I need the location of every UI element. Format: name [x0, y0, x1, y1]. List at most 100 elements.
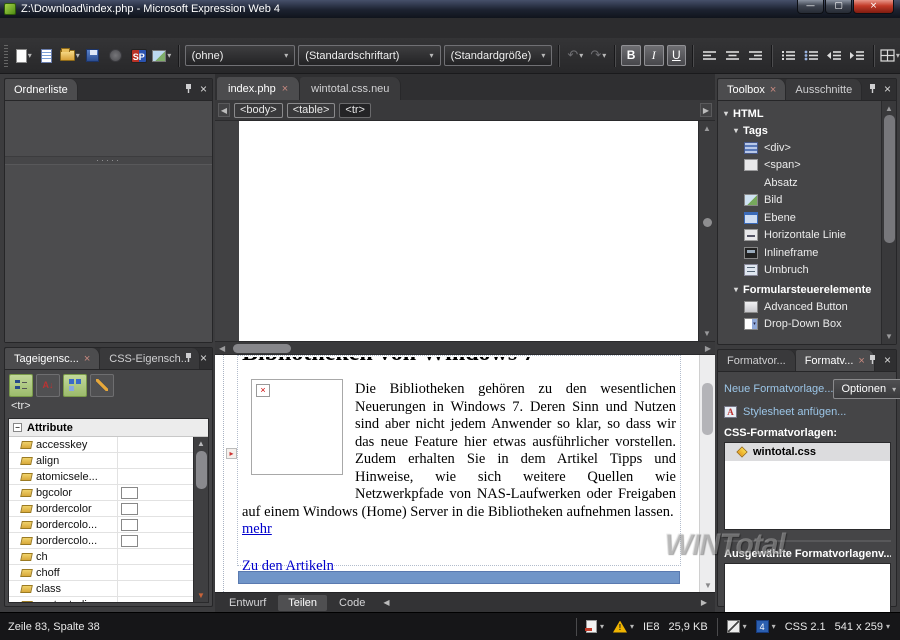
toolbox-group-header[interactable]: ▾ Tags — [724, 122, 880, 139]
toolbox-item[interactable]: Inlineframe — [744, 244, 880, 262]
toolbox-item[interactable]: Ebene — [744, 209, 880, 227]
attribute-value-cell[interactable] — [121, 487, 138, 499]
attribute-row[interactable]: choff — [9, 565, 208, 581]
toolbox-item[interactable]: Advanced Button — [744, 298, 880, 316]
schema-button[interactable]: 4▾ — [756, 620, 776, 633]
new-style-link[interactable]: Neue Formatvorlage... — [724, 383, 833, 395]
open-folder-button[interactable]: ▾ — [60, 45, 80, 67]
scrollbar-thumb[interactable] — [702, 383, 713, 435]
toolbox-scrollbar[interactable]: ▲ ▼ — [881, 101, 896, 344]
breadcrumb-scroll-left[interactable]: ◀ — [218, 103, 230, 117]
tab-formatvorlagen-anwenden[interactable]: Formatv...× — [796, 350, 875, 371]
tab-ausschnitte[interactable]: Ausschnitte — [786, 79, 862, 100]
menu-item[interactable] — [36, 25, 52, 31]
font-dropdown[interactable]: (Standardschriftart)▾ — [298, 45, 440, 66]
code-vertical-scrollbar[interactable]: ▲ ▼ — [698, 121, 715, 341]
toolbox-item[interactable]: Absatz — [744, 174, 880, 192]
save-button[interactable] — [83, 45, 103, 67]
increase-indent-button[interactable] — [847, 45, 867, 67]
stylesheet-list[interactable]: wintotal.css — [724, 442, 891, 530]
toolbox-group-html[interactable]: ▾ HTML — [724, 105, 880, 122]
scrollbar-thumb[interactable] — [884, 115, 895, 243]
close-icon[interactable]: × — [84, 354, 90, 364]
tab-tag-eigenschaften[interactable]: Tageigensc...× — [5, 348, 100, 369]
menu-item[interactable] — [180, 25, 196, 31]
menu-item[interactable] — [132, 25, 148, 31]
italic-button[interactable]: I — [644, 45, 664, 66]
pin-icon[interactable] — [868, 354, 877, 365]
open-document-button[interactable] — [37, 45, 57, 67]
decrease-indent-button[interactable] — [824, 45, 844, 67]
code-horizontal-scrollbar[interactable]: ◀ ▶ — [215, 341, 715, 355]
tab-wintotal-css-neu[interactable]: wintotal.css.neu — [300, 77, 401, 100]
attach-stylesheet-link[interactable]: Stylesheet anfügen... — [743, 406, 846, 418]
tab-formatvorlagen[interactable]: Formatvor... — [718, 350, 796, 371]
align-left-button[interactable] — [699, 45, 719, 67]
page-status-button[interactable]: ▾ — [586, 620, 604, 633]
tab-toolbox[interactable]: Toolbox× — [718, 79, 786, 100]
attribute-value-cell[interactable] — [121, 535, 138, 547]
breadcrumb-tr[interactable]: <tr> — [339, 103, 371, 118]
menu-item[interactable] — [4, 25, 20, 31]
close-icon[interactable]: × — [200, 84, 207, 94]
stylesheet-item[interactable]: wintotal.css — [725, 443, 890, 461]
attribute-scrollbar[interactable]: ▲ ▼ — [193, 437, 208, 602]
sort-alphabetical-button[interactable]: A↓ — [36, 374, 60, 397]
compatibility-warning-button[interactable]: !▾ — [613, 621, 634, 633]
menu-item[interactable] — [100, 25, 116, 31]
toolbox-item[interactable]: Umbruch — [744, 262, 880, 280]
breadcrumb-scroll-right[interactable]: ▶ — [700, 103, 712, 117]
breadcrumb-body[interactable]: <body> — [234, 103, 283, 118]
attribute-row[interactable]: contentedi... — [9, 597, 208, 603]
mehr-link[interactable]: mehr — [242, 521, 272, 538]
align-right-button[interactable] — [745, 45, 765, 67]
attribute-row[interactable]: bordercolo... — [9, 517, 208, 533]
numbered-list-button[interactable] — [778, 45, 798, 67]
menu-item[interactable] — [20, 25, 36, 31]
close-icon[interactable]: × — [858, 356, 864, 366]
attribute-value-cell[interactable] — [121, 519, 138, 531]
tab-code[interactable]: Code — [329, 595, 375, 611]
menu-item[interactable] — [164, 25, 180, 31]
minimize-button[interactable]: — — [797, 0, 824, 14]
close-button[interactable]: × — [853, 0, 894, 14]
collapse-icon[interactable]: − — [13, 423, 22, 432]
close-icon[interactable]: × — [200, 353, 207, 363]
page-dimensions-button[interactable]: 541 x 259▾ — [835, 621, 890, 633]
pin-icon[interactable] — [868, 83, 877, 94]
menu-item[interactable] — [52, 25, 68, 31]
view-scroll-left[interactable]: ◀ — [377, 598, 395, 607]
attribute-section-header[interactable]: − Attribute — [9, 419, 208, 437]
style-dropdown[interactable]: (ohne)▾ — [185, 45, 296, 66]
attribute-row[interactable]: ch — [9, 549, 208, 565]
attribute-row[interactable]: bordercolo... — [9, 533, 208, 549]
bold-button[interactable]: B — [621, 45, 641, 66]
broken-image-placeholder[interactable]: × — [251, 379, 343, 475]
undo-button[interactable]: ↶▾ — [565, 45, 585, 67]
scrollbar-thumb[interactable] — [233, 344, 291, 353]
design-view[interactable]: Bibliotheken von Windows 7 × Die Bibliot… — [215, 355, 715, 592]
align-center-button[interactable] — [722, 45, 742, 67]
menu-item[interactable] — [148, 25, 164, 31]
menu-item[interactable] — [68, 25, 84, 31]
menu-item[interactable] — [116, 25, 132, 31]
toolbar-grip[interactable] — [4, 45, 8, 67]
toolbox-item[interactable]: Drop-Down Box — [744, 316, 880, 334]
folder-splitter[interactable]: ····· — [5, 156, 212, 165]
redo-button[interactable]: ↷▾ — [588, 45, 608, 67]
folder-list-body[interactable]: ····· — [5, 101, 212, 342]
new-document-button[interactable]: ▾ — [14, 45, 34, 67]
close-icon[interactable]: × — [282, 84, 288, 94]
page-heading[interactable]: Bibliotheken von Windows 7 — [242, 357, 676, 370]
attribute-row[interactable]: align — [9, 453, 208, 469]
attribute-row[interactable]: atomicsele... — [9, 469, 208, 485]
toolbox-item[interactable]: <span> — [744, 157, 880, 175]
maximize-button[interactable]: ▢ — [825, 0, 852, 14]
bullet-list-button[interactable] — [801, 45, 821, 67]
close-icon[interactable]: × — [884, 355, 891, 365]
scrollbar-thumb[interactable] — [196, 451, 207, 489]
attribute-row[interactable]: accesskey — [9, 437, 208, 453]
tab-ordnerliste[interactable]: Ordnerliste — [5, 79, 78, 100]
breadcrumb-table[interactable]: <table> — [287, 103, 336, 118]
pin-icon[interactable] — [184, 352, 193, 363]
